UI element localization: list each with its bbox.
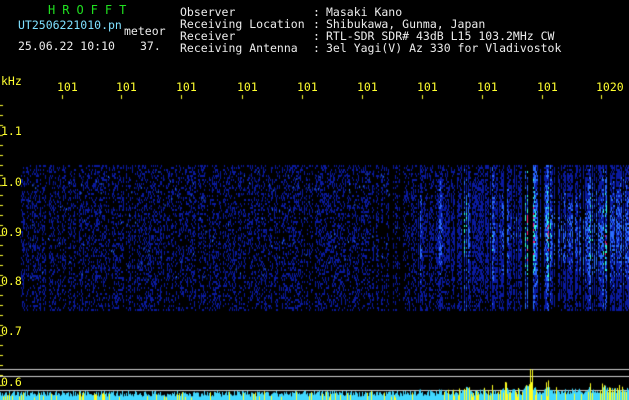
x-tick-label: 101 <box>357 80 378 94</box>
y-tick-label: 0.7 <box>1 324 22 338</box>
x-tick-label: 101 <box>237 80 258 94</box>
info-value-antenna: 3el Yagi(V) Az 330 for Vladivostok <box>326 41 562 55</box>
x-tick-label: 101 <box>116 80 137 94</box>
count-value: 37. <box>140 39 161 53</box>
y-tick-label: 0.8 <box>1 274 22 288</box>
info-colon: : <box>313 41 320 55</box>
y-tick-label: 1.1 <box>1 124 22 138</box>
y-tick-label: 0.9 <box>1 225 22 239</box>
file-name: UT2506221010.pn <box>18 18 122 32</box>
y-tick-label: 1.0 <box>1 175 22 189</box>
brand-title: HROFFT <box>48 3 134 17</box>
spectrogram-canvas <box>0 0 629 400</box>
x-tick-label: 101 <box>537 80 558 94</box>
x-tick-label: 101 <box>176 80 197 94</box>
mode-label: meteor <box>124 24 166 38</box>
info-label-antenna: Receiving Antenna <box>180 41 298 55</box>
axis-unit-label: kHz <box>1 74 22 88</box>
x-tick-label: 101 <box>57 80 78 94</box>
x-tick-label: 101 <box>477 80 498 94</box>
date-time: 25.06.22 10:10 <box>18 39 115 53</box>
x-tick-label: 101 <box>297 80 318 94</box>
spectrogram-screen: HROFFT UT2506221010.pn meteor 25.06.22 1… <box>0 0 629 400</box>
x-tick-label: 1020 <box>596 80 624 94</box>
x-tick-label: 101 <box>417 80 438 94</box>
y-tick-label: 0.6 <box>1 375 22 389</box>
